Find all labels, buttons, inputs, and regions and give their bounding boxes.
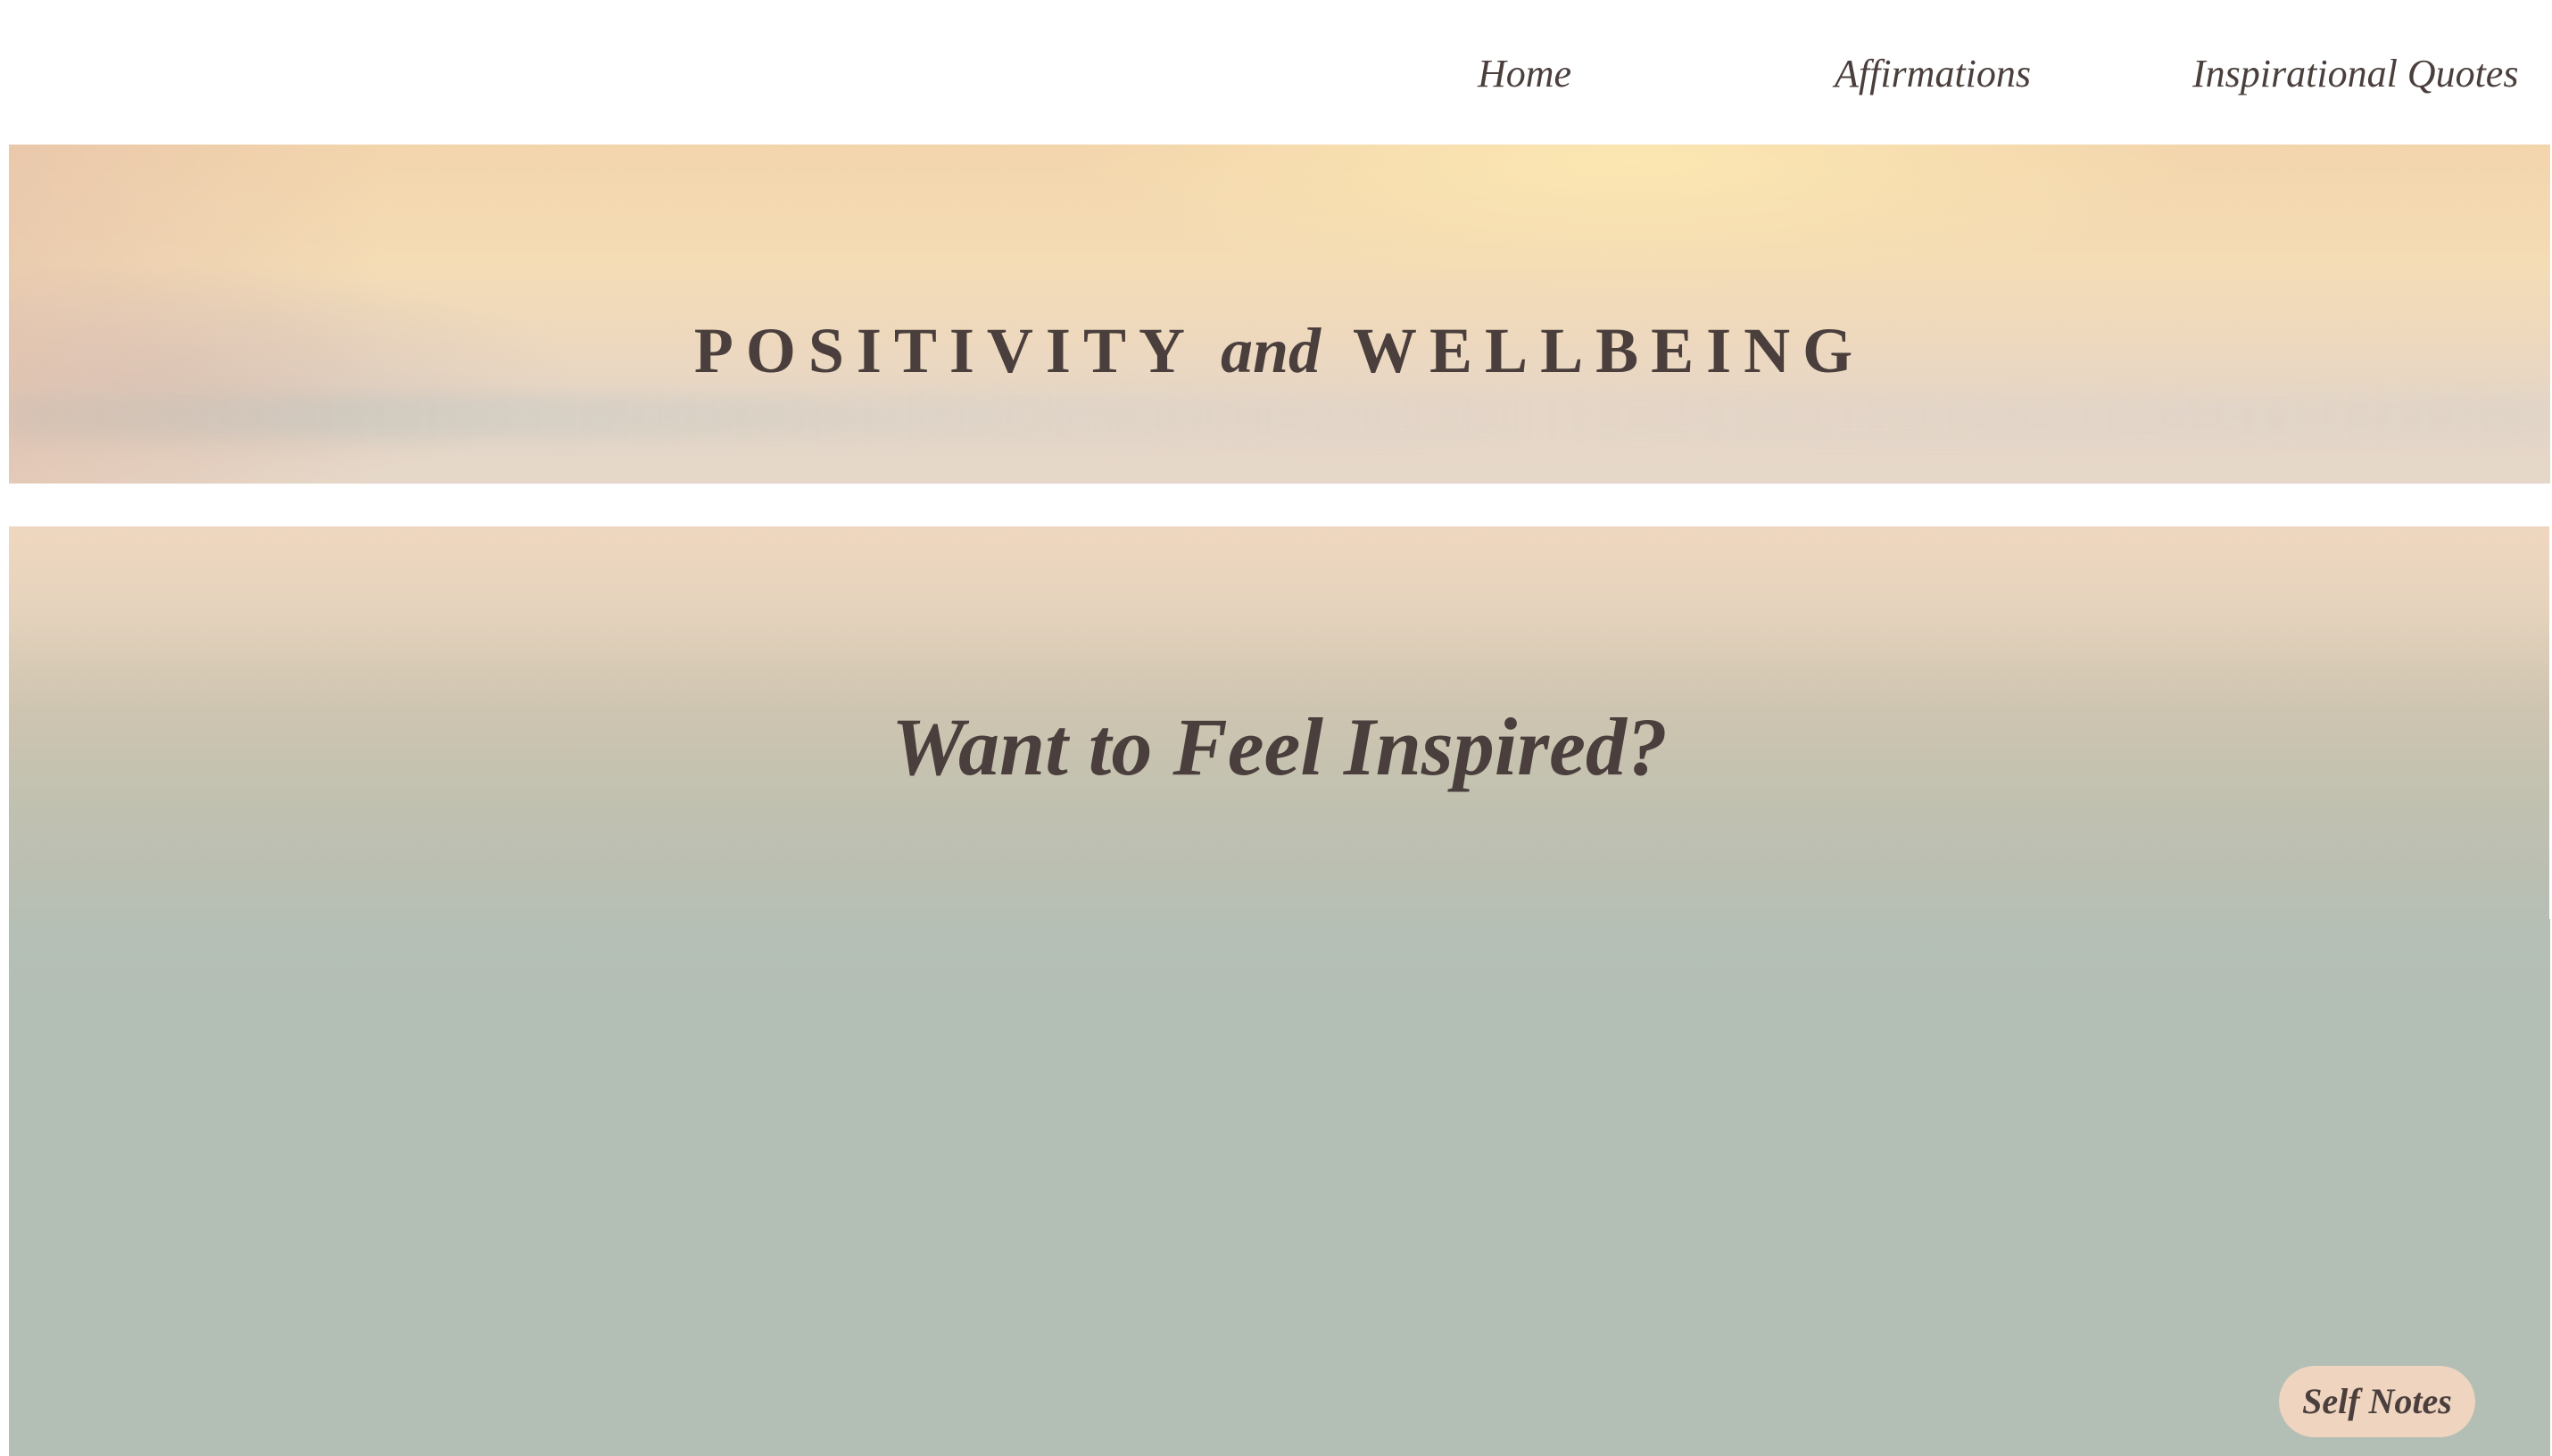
nav-link-inspirational-quotes[interactable]: Inspirational Quotes bbox=[2192, 46, 2518, 102]
nav-link-home[interactable]: Home bbox=[1478, 46, 1571, 102]
top-navigation: Home Affirmations Inspirational Quotes bbox=[0, 0, 2552, 145]
self-notes-button[interactable]: Self Notes bbox=[2279, 1366, 2475, 1437]
title-banner: POSITIVITY and WELLBEING bbox=[9, 145, 2550, 484]
hero-section: Want to Feel Inspired? bbox=[9, 526, 2550, 1456]
hero-heading: Want to Feel Inspired? bbox=[891, 701, 1668, 792]
site-title: POSITIVITY and WELLBEING bbox=[9, 310, 2550, 391]
site-title-connector: and bbox=[1220, 315, 1322, 387]
site-title-word-wellbeing: WELLBEING bbox=[1353, 315, 1866, 387]
nav-link-affirmations[interactable]: Affirmations bbox=[1835, 46, 2031, 102]
site-title-word-positivity: POSITIVITY bbox=[693, 315, 1197, 387]
